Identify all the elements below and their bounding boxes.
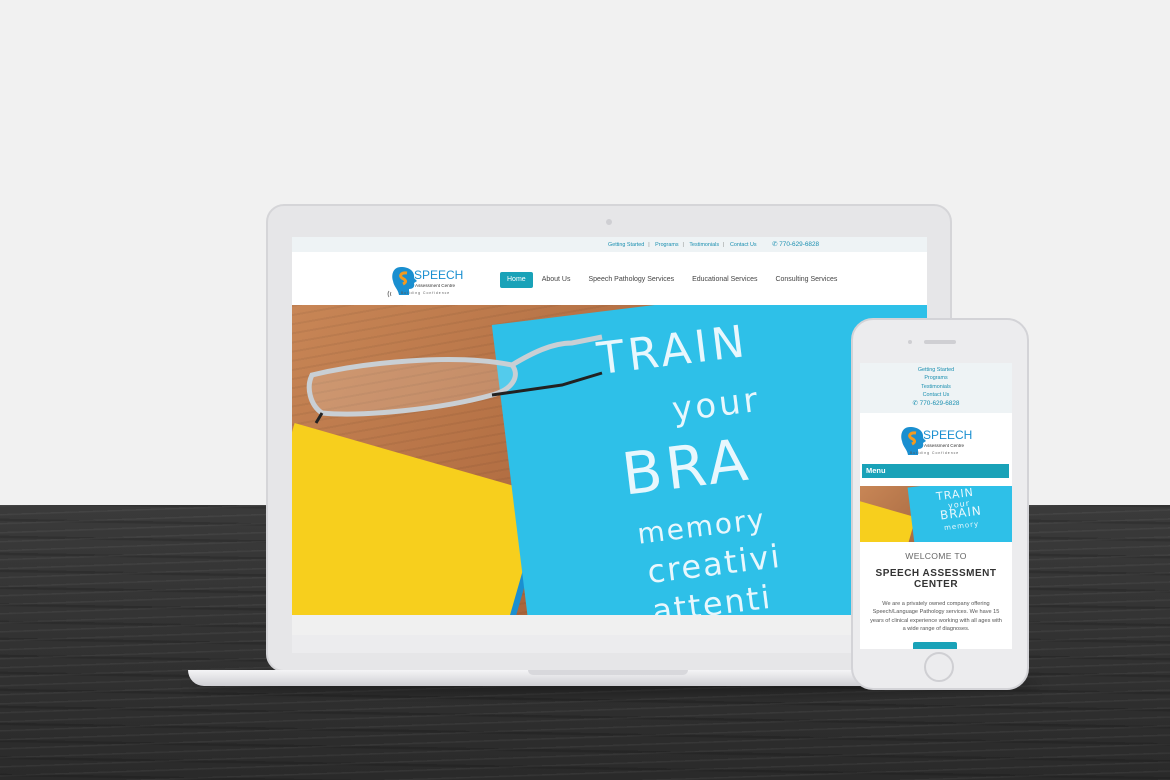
logo-name: SPEECH [414, 268, 463, 282]
phone-home-button[interactable] [924, 652, 954, 682]
mobile-logo-sub: Assessment Centre [924, 443, 965, 448]
phone-icon: ✆ [912, 399, 918, 407]
nav-speech-pathology-services[interactable]: Speech Pathology Services [579, 272, 683, 288]
mobile-link-programs[interactable]: Programs [860, 374, 1012, 382]
phone-icon: ✆ [772, 241, 778, 248]
mobile-phone-link[interactable]: ✆ 770-629-6828 [860, 400, 1012, 408]
mobile-intro-text: We are a privately owned company offerin… [870, 601, 1002, 633]
hero-image: TRAIN your BRA memory creativi attenti [292, 305, 927, 615]
mobile-site-logo[interactable]: SPEECH Assessment Centre Building Confid… [896, 421, 976, 461]
link-contact-us[interactable]: Contact Us [730, 242, 757, 248]
phone-speaker [924, 340, 956, 344]
mobile-logo-name: SPEECH [923, 428, 972, 442]
site-logo[interactable]: SPEECH Assessment Centre Building Confid… [387, 261, 467, 301]
phone-screen: Getting Started Programs Testimonials Co… [860, 363, 1012, 649]
nav-about-us[interactable]: About Us [533, 272, 580, 288]
mobile-page-title: SPEECH ASSESSMENT CENTER [875, 568, 997, 590]
laptop-notch [528, 670, 688, 675]
link-programs[interactable]: Programs [655, 242, 678, 248]
top-utility-bar: Getting Started | Programs | Testimonials |… [292, 237, 927, 252]
mobile-welcome-label: WELCOME TO [905, 551, 967, 561]
mobile-logo-tagline: Building Confidence [910, 451, 959, 455]
main-nav: Home About Us Speech Pathology Services … [500, 272, 846, 288]
link-testimonials[interactable]: Testimonials [689, 242, 719, 248]
laptop-chin [292, 635, 927, 653]
mobile-link-getting-started[interactable]: Getting Started [860, 366, 1012, 374]
nav-home[interactable]: Home [500, 272, 533, 288]
top-links: Getting Started | Programs | Testimonials |… [608, 241, 820, 248]
nav-consulting-services[interactable]: Consulting Services [766, 272, 846, 288]
logo-tagline: Building Confidence [401, 291, 450, 295]
phone-link[interactable]: ✆ 770-629-6828 [772, 241, 819, 248]
mobile-hero-image: TRAIN your BRAIN memory [860, 486, 1012, 542]
mobile-cta-button[interactable] [913, 642, 957, 649]
laptop-screen: Getting Started | Programs | Testimonials |… [292, 237, 927, 635]
mobile-top-bar: Getting Started Programs Testimonials Co… [860, 363, 1012, 413]
glasses-illustration [306, 334, 603, 424]
mobile-top-links: Getting Started Programs Testimonials Co… [860, 366, 1012, 408]
phone-camera [908, 340, 912, 344]
link-getting-started[interactable]: Getting Started [608, 242, 644, 248]
mobile-link-testimonials[interactable]: Testimonials [860, 383, 1012, 391]
nav-educational-services[interactable]: Educational Services [683, 272, 766, 288]
logo-sub: Assessment Centre [415, 283, 456, 288]
mobile-menu-button[interactable]: Menu [862, 464, 1009, 478]
laptop-camera [606, 219, 612, 225]
mobile-link-contact-us[interactable]: Contact Us [860, 391, 1012, 399]
